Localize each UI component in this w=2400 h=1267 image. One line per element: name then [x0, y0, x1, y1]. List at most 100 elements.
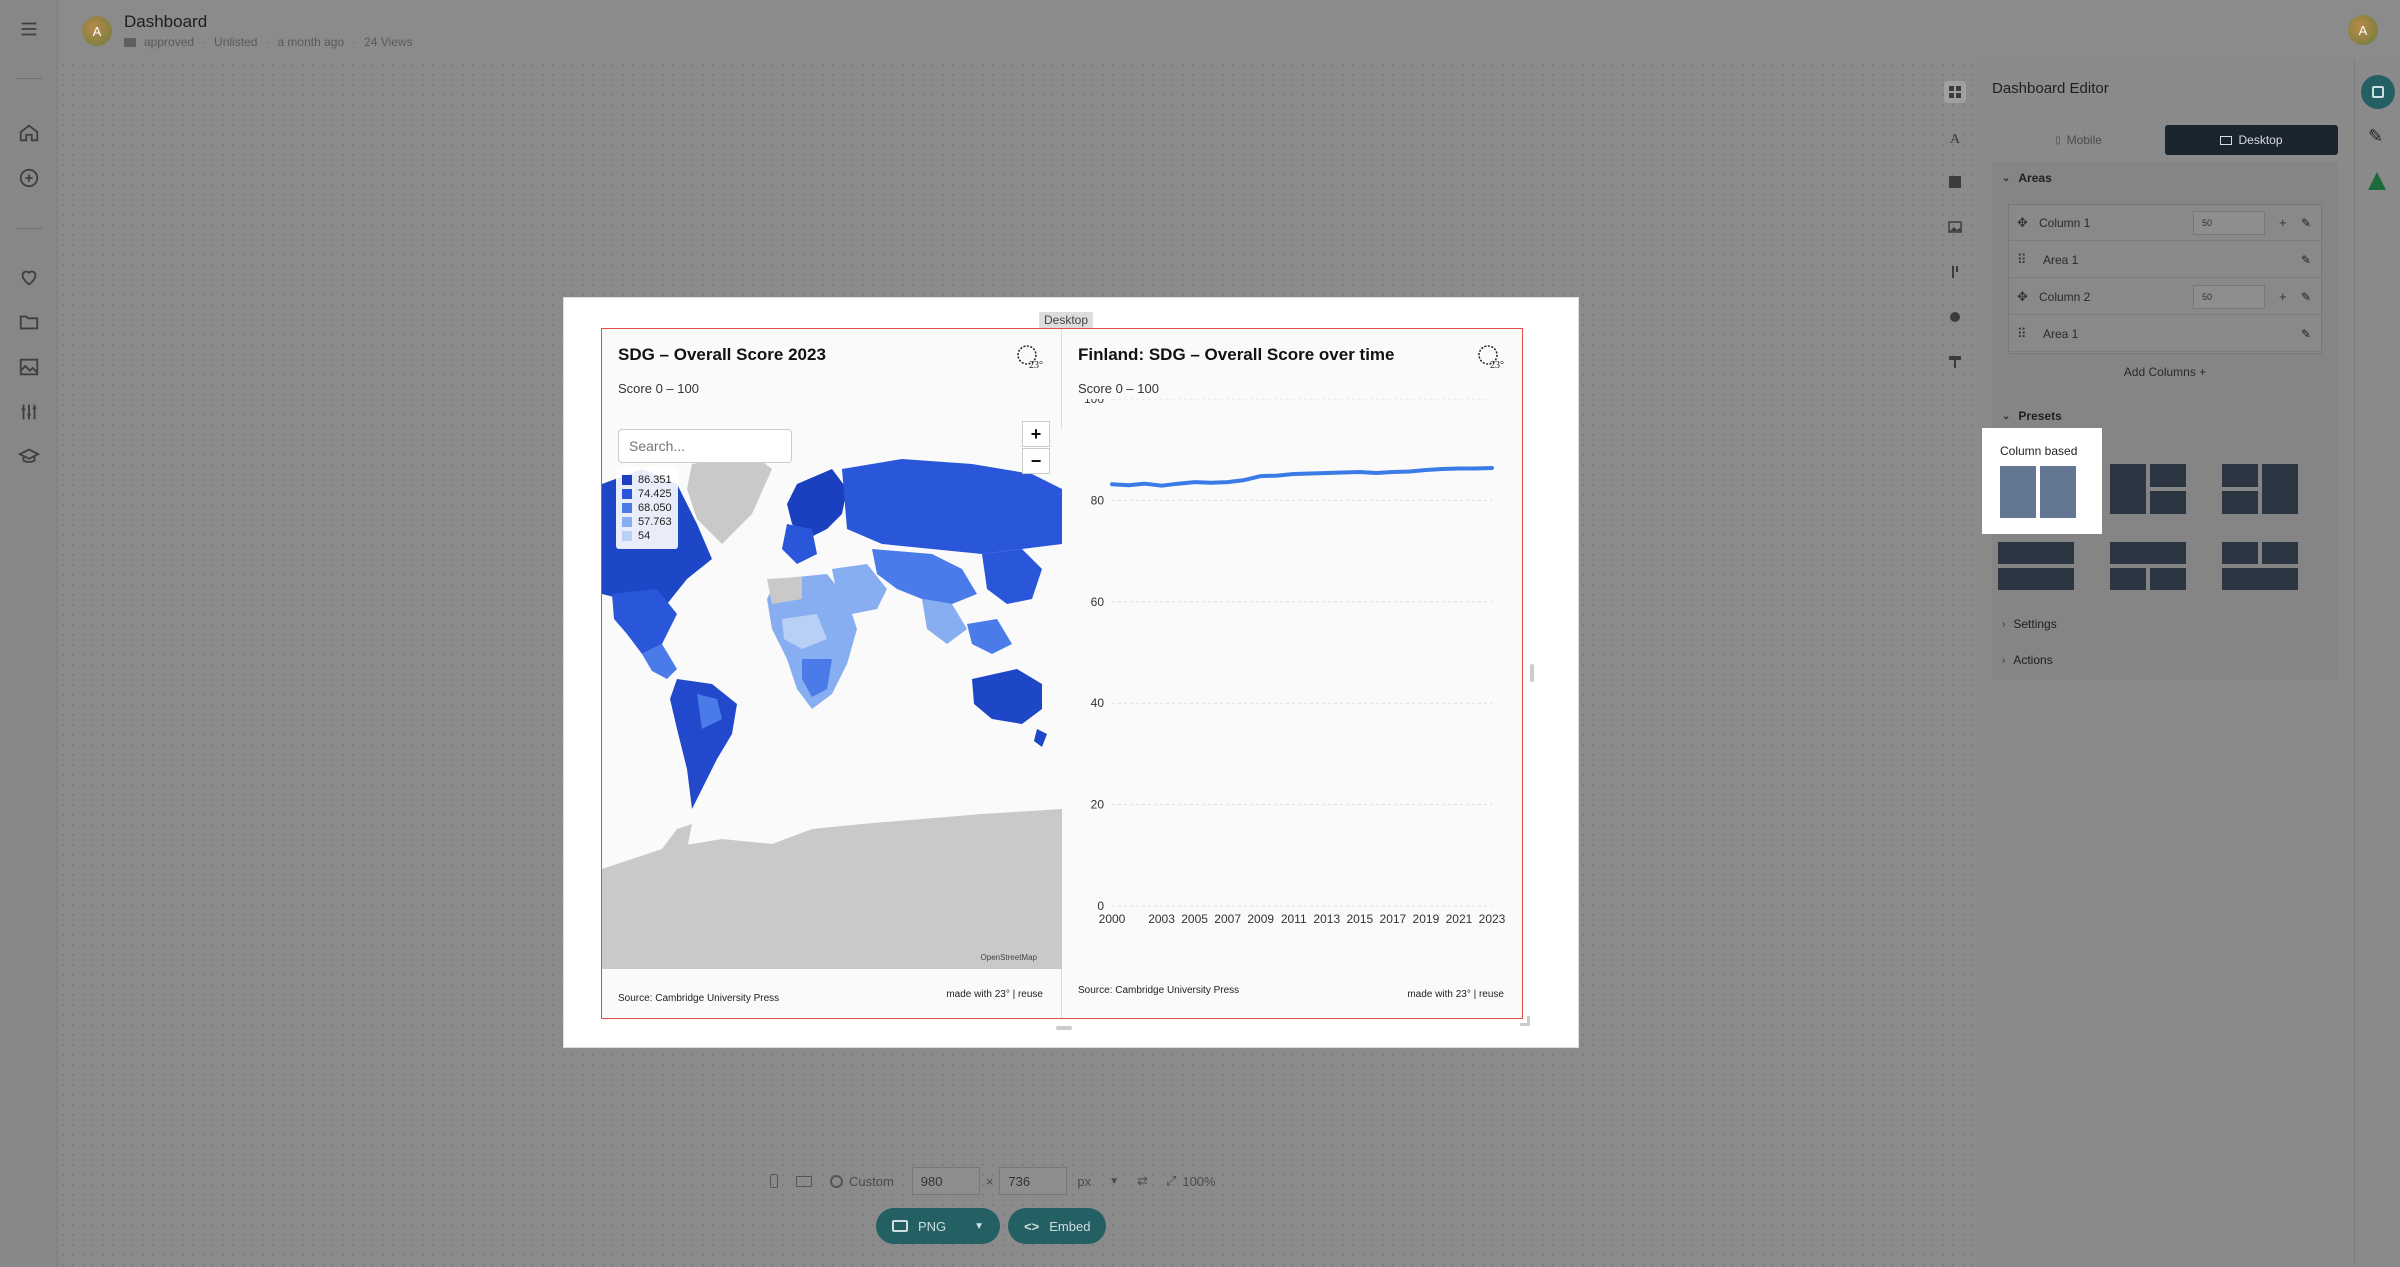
column-width-input[interactable]: 50: [2193, 210, 2265, 235]
map-source-link[interactable]: Cambridge University Press: [655, 993, 779, 1004]
map-legend: 86.351 74.425 68.050 57.763 54: [616, 467, 678, 549]
width-input[interactable]: [911, 1167, 980, 1195]
layout-grid-icon[interactable]: [1944, 81, 1966, 103]
swap-dimensions-icon[interactable]: ⇄: [1137, 1173, 1148, 1189]
legend-item: 57.763: [622, 515, 672, 529]
editor-title: Dashboard Editor: [1992, 80, 2109, 97]
dashboard-title[interactable]: Dashboard: [124, 12, 207, 32]
line-chart-svg[interactable]: 0 20 40 60 80 100 2000 2003 2005 2007 2009 2011 2013…: [1062, 399, 1522, 959]
add-columns-button[interactable]: Add Columns +: [1992, 365, 2338, 379]
preset-right-split[interactable]: [2222, 464, 2298, 514]
column-row[interactable]: ✥ Column 2 50 + ✎: [2009, 279, 2321, 315]
meta-separator: ·: [352, 35, 357, 49]
area-row[interactable]: ⠿ Area 1 ✎: [2009, 242, 2321, 278]
x-tick-label: 2015: [1346, 912, 1373, 926]
edit-pencil-icon[interactable]: ✎: [2301, 253, 2311, 267]
sliders-icon[interactable]: [16, 399, 42, 425]
preset-left-split[interactable]: [2110, 464, 2186, 514]
graduation-cap-icon[interactable]: [16, 443, 42, 469]
areas-header[interactable]: ⌄ Areas: [1992, 162, 2338, 194]
preset-top-full-bottom-split[interactable]: [2110, 542, 2186, 590]
zoom-control[interactable]: ⤢ 100%: [1166, 1173, 1216, 1189]
table-icon[interactable]: [1944, 171, 1966, 193]
branch-icon[interactable]: [1944, 261, 1966, 283]
mobile-tab[interactable]: ▯ Mobile: [1992, 125, 2165, 155]
user-avatar[interactable]: A: [2348, 15, 2378, 45]
brand-logo-icon[interactable]: [2368, 172, 2386, 190]
map-made-with[interactable]: made with 23° | reuse: [946, 989, 1043, 1000]
zoom-in-button[interactable]: +: [1022, 421, 1050, 447]
png-dropdown-icon[interactable]: ▼: [974, 1221, 984, 1232]
png-export-button[interactable]: PNG ▼: [876, 1208, 1001, 1244]
status-label: approved: [144, 35, 195, 49]
right-side-rail: ✎: [2354, 60, 2400, 1267]
legend-swatch: [622, 503, 632, 513]
settings-header[interactable]: › Settings: [1992, 608, 2338, 640]
add-circle-icon[interactable]: [16, 165, 42, 191]
line-made-with[interactable]: made with 23° | reuse: [1407, 989, 1504, 1000]
legend-label: 57.763: [638, 516, 672, 528]
legend-label: 68.050: [638, 502, 672, 514]
preset-column-thumb-right: [2040, 466, 2076, 518]
x-tick-label: 2003: [1148, 912, 1175, 926]
top-bar: A Dashboard approved · Unlisted · a mont…: [58, 0, 2400, 60]
desktop-tab[interactable]: Desktop: [2165, 125, 2338, 155]
23-degrees-logo: 23°: [1015, 343, 1047, 371]
settings-gear-icon[interactable]: [1944, 306, 1966, 328]
frame-label: Desktop: [1039, 312, 1094, 328]
menu-icon[interactable]: [16, 16, 42, 42]
edit-pencil-icon[interactable]: ✎: [2301, 216, 2311, 230]
corner-resize-handle[interactable]: [1520, 1016, 1530, 1026]
heart-icon[interactable]: [16, 264, 42, 290]
edit-pencil-icon[interactable]: ✎: [2368, 126, 2383, 147]
drag-handle-icon[interactable]: ⠿: [2017, 326, 2027, 342]
add-area-icon[interactable]: +: [2279, 289, 2287, 304]
edit-pencil-icon[interactable]: ✎: [2301, 327, 2311, 341]
paint-roller-icon[interactable]: [1944, 351, 1966, 373]
map-attribution[interactable]: OpenStreetMap: [981, 953, 1037, 962]
move-icon[interactable]: ✥: [2017, 289, 2028, 305]
line-chart-panel[interactable]: Finland: SDG – Overall Score over time S…: [1062, 329, 1522, 1018]
actions-header[interactable]: › Actions: [1992, 644, 2338, 676]
add-area-icon[interactable]: +: [2279, 215, 2287, 230]
preset-rows[interactable]: [1998, 542, 2074, 590]
laptop-device-icon[interactable]: [796, 1175, 812, 1187]
drag-handle-icon[interactable]: ⠿: [2017, 252, 2027, 268]
column-width-input[interactable]: 50: [2193, 284, 2265, 309]
column-row[interactable]: ✥ Column 1 50 + ✎: [2009, 205, 2321, 241]
area-row[interactable]: ⠿ Area 1 ✎: [2009, 316, 2321, 352]
embed-button[interactable]: <> Embed: [1008, 1208, 1107, 1244]
mobile-device-icon[interactable]: [770, 1174, 778, 1188]
unit-dropdown-icon[interactable]: ▼: [1109, 1176, 1119, 1187]
legend-swatch: [622, 475, 632, 485]
dashboard-editor-panel: Dashboard Editor ▯ Mobile Desktop ⌄ Area…: [1978, 60, 2354, 1267]
home-icon[interactable]: [16, 120, 42, 146]
y-tick-label: 0: [1097, 899, 1104, 913]
image-icon[interactable]: [16, 354, 42, 380]
right-resize-handle[interactable]: [1530, 664, 1534, 682]
move-icon[interactable]: ✥: [2017, 215, 2028, 231]
dashboard-layout[interactable]: SDG – Overall Score 2023 Score 0 – 100 2…: [601, 328, 1523, 1019]
svg-text:A: A: [1950, 132, 1961, 145]
preset-column-based[interactable]: Column based: [1982, 428, 2102, 534]
image-insert-icon[interactable]: [1944, 216, 1966, 238]
zoom-out-button[interactable]: −: [1022, 448, 1050, 474]
folder-icon[interactable]: [16, 309, 42, 335]
line-source-link[interactable]: Cambridge University Press: [1115, 985, 1239, 996]
text-icon[interactable]: A: [1944, 126, 1966, 148]
map-panel[interactable]: SDG – Overall Score 2023 Score 0 – 100 2…: [602, 329, 1062, 1018]
save-button[interactable]: [2361, 75, 2395, 109]
edit-pencil-icon[interactable]: ✎: [2301, 290, 2311, 304]
custom-size-option[interactable]: Custom: [830, 1174, 894, 1189]
line-source: Source: Cambridge University Press: [1078, 985, 1239, 996]
code-icon: <>: [1024, 1218, 1040, 1234]
height-input[interactable]: [999, 1167, 1068, 1195]
bottom-resize-handle[interactable]: [1056, 1026, 1072, 1030]
chevron-right-icon: ›: [2002, 654, 2006, 666]
legend-label: 74.425: [638, 488, 672, 500]
x-tick-label: 2000: [1099, 912, 1126, 926]
map-search-input[interactable]: [618, 429, 792, 463]
preset-top-split-bottom-full[interactable]: [2222, 542, 2298, 590]
preset-column-thumb-left: [2000, 466, 2036, 518]
dashboard-meta: approved · Unlisted · a month ago · 24 V…: [124, 35, 413, 49]
